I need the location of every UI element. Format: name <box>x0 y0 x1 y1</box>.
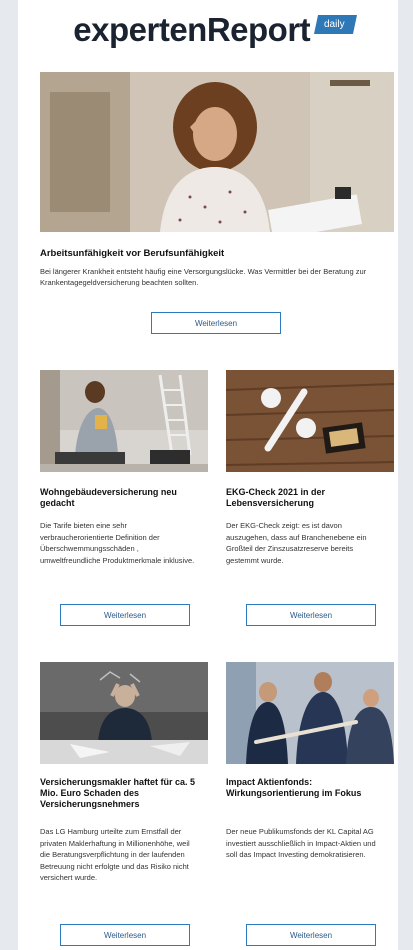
read-more-button-maklerhaftung[interactable]: Weiterlesen <box>60 924 190 946</box>
read-more-button-impact-aktienfonds[interactable]: Weiterlesen <box>246 924 376 946</box>
article-teaser-wohngebaeude: Die Tarife bieten eine sehr verbrauchero… <box>40 521 195 565</box>
read-more-button-wohngebaeude[interactable]: Weiterlesen <box>60 604 190 626</box>
article-title-impact-aktienfonds[interactable]: Impact Aktienfonds: Wirkungsorientierung… <box>226 777 394 799</box>
article-title-wohngebaeude[interactable]: Wohngebäudeversicherung neu gedacht <box>40 487 208 509</box>
article-image-maklerhaftung[interactable] <box>40 662 208 764</box>
logo-badge: daily <box>314 14 357 34</box>
article-image-wohngebaeude[interactable] <box>40 370 208 472</box>
read-more-button-ekg-check[interactable]: Weiterlesen <box>246 604 376 626</box>
article-title-maklerhaftung[interactable]: Versicherungsmakler haftet für ca. 5 Mio… <box>40 777 208 810</box>
article-teaser-impact-aktienfonds: Der neue Publikumsfonds der KL Capital A… <box>226 827 376 859</box>
lead-read-more-button[interactable]: Weiterlesen <box>151 312 281 334</box>
lead-article-image[interactable] <box>40 72 394 232</box>
logo-text: expertenReport <box>73 11 311 48</box>
lead-article-title[interactable]: Arbeitsunfähigkeit vor Berufsunfähigkeit <box>40 248 396 259</box>
article-image-ekg-check[interactable] <box>226 370 394 472</box>
lead-article-teaser: Bei längerer Krankheit entsteht häufig e… <box>40 267 367 287</box>
article-image-impact-aktienfonds[interactable] <box>226 662 394 764</box>
article-teaser-maklerhaftung: Das LG Hamburg urteilte zum Ernstfall de… <box>40 827 190 882</box>
article-teaser-ekg-check: Der EKG-Check zeigt: es ist davon auszug… <box>226 521 367 565</box>
brand-logo[interactable]: expertenReport daily <box>44 8 384 52</box>
article-title-ekg-check[interactable]: EKG-Check 2021 in der Lebensversicherung <box>226 487 394 509</box>
newsletter-card: expertenReport daily Arbeitsunfähigkeit … <box>18 0 398 950</box>
